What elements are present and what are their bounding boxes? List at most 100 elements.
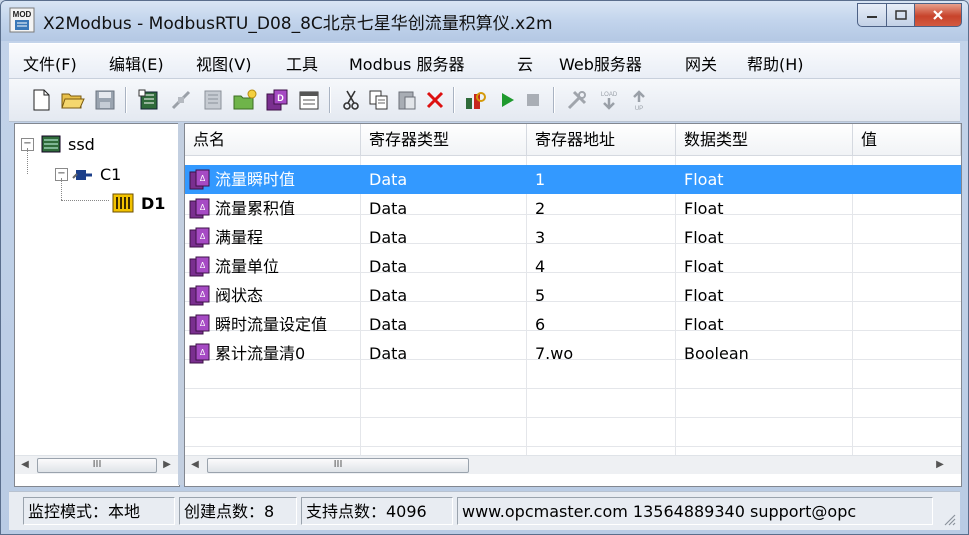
add-data-block-icon: [204, 90, 222, 110]
tree-node-d1[interactable]: D1: [111, 192, 165, 214]
cell-register-type: Data: [369, 315, 408, 334]
cell-data-type: Float: [684, 199, 724, 218]
resize-grip-icon[interactable]: [942, 512, 956, 526]
delete-button[interactable]: [423, 88, 447, 112]
scroll-thumb[interactable]: III: [207, 458, 469, 473]
menu-bar: 文件(F) 编辑(E) 视图(V) 工具 Modbus 服务器 云 Web服务器…: [9, 43, 960, 79]
project-icon: [41, 135, 61, 153]
menu-help[interactable]: 帮助(H): [747, 51, 804, 75]
column-header-data-type[interactable]: 数据类型: [676, 124, 853, 156]
app-icon: MOD: [9, 7, 35, 33]
table-row[interactable]: Δ 流量累积值 Data 2 Float: [185, 194, 961, 223]
up-button[interactable]: UP: [627, 88, 651, 112]
add-data-block-button[interactable]: [201, 88, 225, 112]
minimize-icon: [867, 16, 877, 18]
cell-data-type: Boolean: [684, 344, 749, 363]
cut-icon: [343, 90, 359, 110]
search-run-button[interactable]: [463, 88, 487, 112]
copy-button[interactable]: [367, 88, 391, 112]
cell-name: 瞬时流量设定值: [215, 315, 328, 334]
status-contact-info: www.opcmaster.com 13564889340 support@op…: [457, 497, 933, 525]
cell-register-address: 4: [535, 257, 546, 276]
load-label: LOAD: [601, 92, 618, 98]
scroll-right-icon[interactable]: ▶: [933, 458, 947, 472]
cell-register-type: Data: [369, 170, 408, 189]
app-icon-label: MOD: [13, 10, 32, 19]
tree-node-ssd[interactable]: − ssd: [21, 134, 95, 154]
properties-button[interactable]: [297, 88, 321, 112]
menu-modbus-server[interactable]: Modbus 服务器: [349, 51, 464, 75]
column-header-name[interactable]: 点名: [185, 124, 361, 156]
channel-icon: [72, 170, 92, 180]
cell-register-type: Data: [369, 286, 408, 305]
minimize-button[interactable]: [857, 3, 887, 27]
point-icon: Δ: [189, 169, 210, 190]
menu-web-server[interactable]: Web服务器: [559, 51, 642, 75]
search-run-icon: [466, 92, 486, 109]
tree-horizontal-scrollbar[interactable]: ◀ III ▶: [15, 455, 179, 474]
cell-name: 阀状态: [215, 286, 264, 305]
cell-data-type: Float: [684, 286, 724, 305]
cell-data-type: Float: [684, 315, 724, 334]
cell-register-type: Data: [369, 257, 408, 276]
open-button[interactable]: [61, 88, 85, 112]
table-row[interactable]: Δ 流量瞬时值 Data 1 Float: [185, 165, 961, 194]
load-button[interactable]: LOAD: [597, 88, 621, 112]
toolbar: D LOAD UP: [9, 79, 960, 122]
column-header-register-address[interactable]: 寄存器地址: [527, 124, 676, 156]
cell-register-address: 2: [535, 199, 546, 218]
close-button[interactable]: [915, 3, 962, 27]
status-created-points: 创建点数：8: [179, 497, 297, 525]
up-icon: UP: [633, 90, 645, 112]
menu-file[interactable]: 文件(F): [23, 51, 77, 75]
delete-icon: [426, 91, 444, 109]
maximize-icon: [894, 10, 907, 20]
start-button[interactable]: [495, 88, 519, 112]
cell-register-type: Data: [369, 199, 408, 218]
menu-gateway[interactable]: 网关: [685, 51, 717, 75]
cell-name: 累计流量清0: [215, 344, 306, 363]
tree-node-c1[interactable]: − C1: [55, 164, 121, 184]
tools-button[interactable]: [565, 88, 589, 112]
save-button[interactable]: [93, 88, 117, 112]
cell-register-type: Data: [369, 228, 408, 247]
svg-text:Δ: Δ: [200, 174, 206, 183]
add-point-icon: D: [266, 89, 288, 111]
table-row[interactable]: Δ 瞬时流量设定值 Data 6 Float: [185, 310, 961, 339]
add-point-button[interactable]: D: [265, 88, 289, 112]
scroll-thumb[interactable]: III: [37, 458, 157, 473]
scroll-right-icon[interactable]: ▶: [160, 458, 174, 472]
stop-icon: [527, 94, 539, 106]
table-horizontal-scrollbar[interactable]: ◀ III ▶: [185, 455, 961, 474]
menu-tools[interactable]: 工具: [286, 51, 318, 75]
table-row[interactable]: Δ 流量单位 Data 4 Float: [185, 252, 961, 281]
cell-data-type: Float: [684, 257, 724, 276]
menu-cloud[interactable]: 云: [517, 51, 533, 75]
title-bar[interactable]: MOD X2Modbus - ModbusRTU_D08_8C北京七星华创流量积…: [1, 1, 968, 41]
add-device-button[interactable]: [137, 88, 161, 112]
cell-register-address: 7.wo: [535, 344, 574, 363]
svg-text:Δ: Δ: [200, 319, 206, 328]
table-row[interactable]: Δ 满量程 Data 3 Float: [185, 223, 961, 252]
connect-icon: [171, 90, 191, 110]
maximize-button[interactable]: [887, 3, 915, 27]
table-row[interactable]: Δ 阀状态 Data 5 Float: [185, 281, 961, 310]
menu-view[interactable]: 视图(V): [196, 51, 251, 75]
stop-button[interactable]: [521, 88, 545, 112]
device-tree: − ssd − C1 D1 ◀ III ▶: [14, 123, 180, 487]
menu-edit[interactable]: 编辑(E): [109, 51, 164, 75]
add-folder-button[interactable]: [233, 88, 257, 112]
svg-text:Δ: Δ: [200, 203, 206, 212]
column-header-value[interactable]: 值: [853, 124, 961, 156]
scroll-left-icon[interactable]: ◀: [18, 458, 32, 472]
svg-text:Δ: Δ: [200, 232, 206, 241]
new-button[interactable]: [29, 88, 53, 112]
column-header-register-type[interactable]: 寄存器类型: [361, 124, 527, 156]
paste-button[interactable]: [395, 88, 419, 112]
scroll-left-icon[interactable]: ◀: [188, 458, 202, 472]
svg-text:D: D: [277, 93, 284, 103]
connect-button[interactable]: [169, 88, 193, 112]
tree-label-c1: C1: [100, 164, 122, 184]
cut-button[interactable]: [339, 88, 363, 112]
table-row[interactable]: Δ 累计流量清0 Data 7.wo Boolean: [185, 339, 961, 368]
